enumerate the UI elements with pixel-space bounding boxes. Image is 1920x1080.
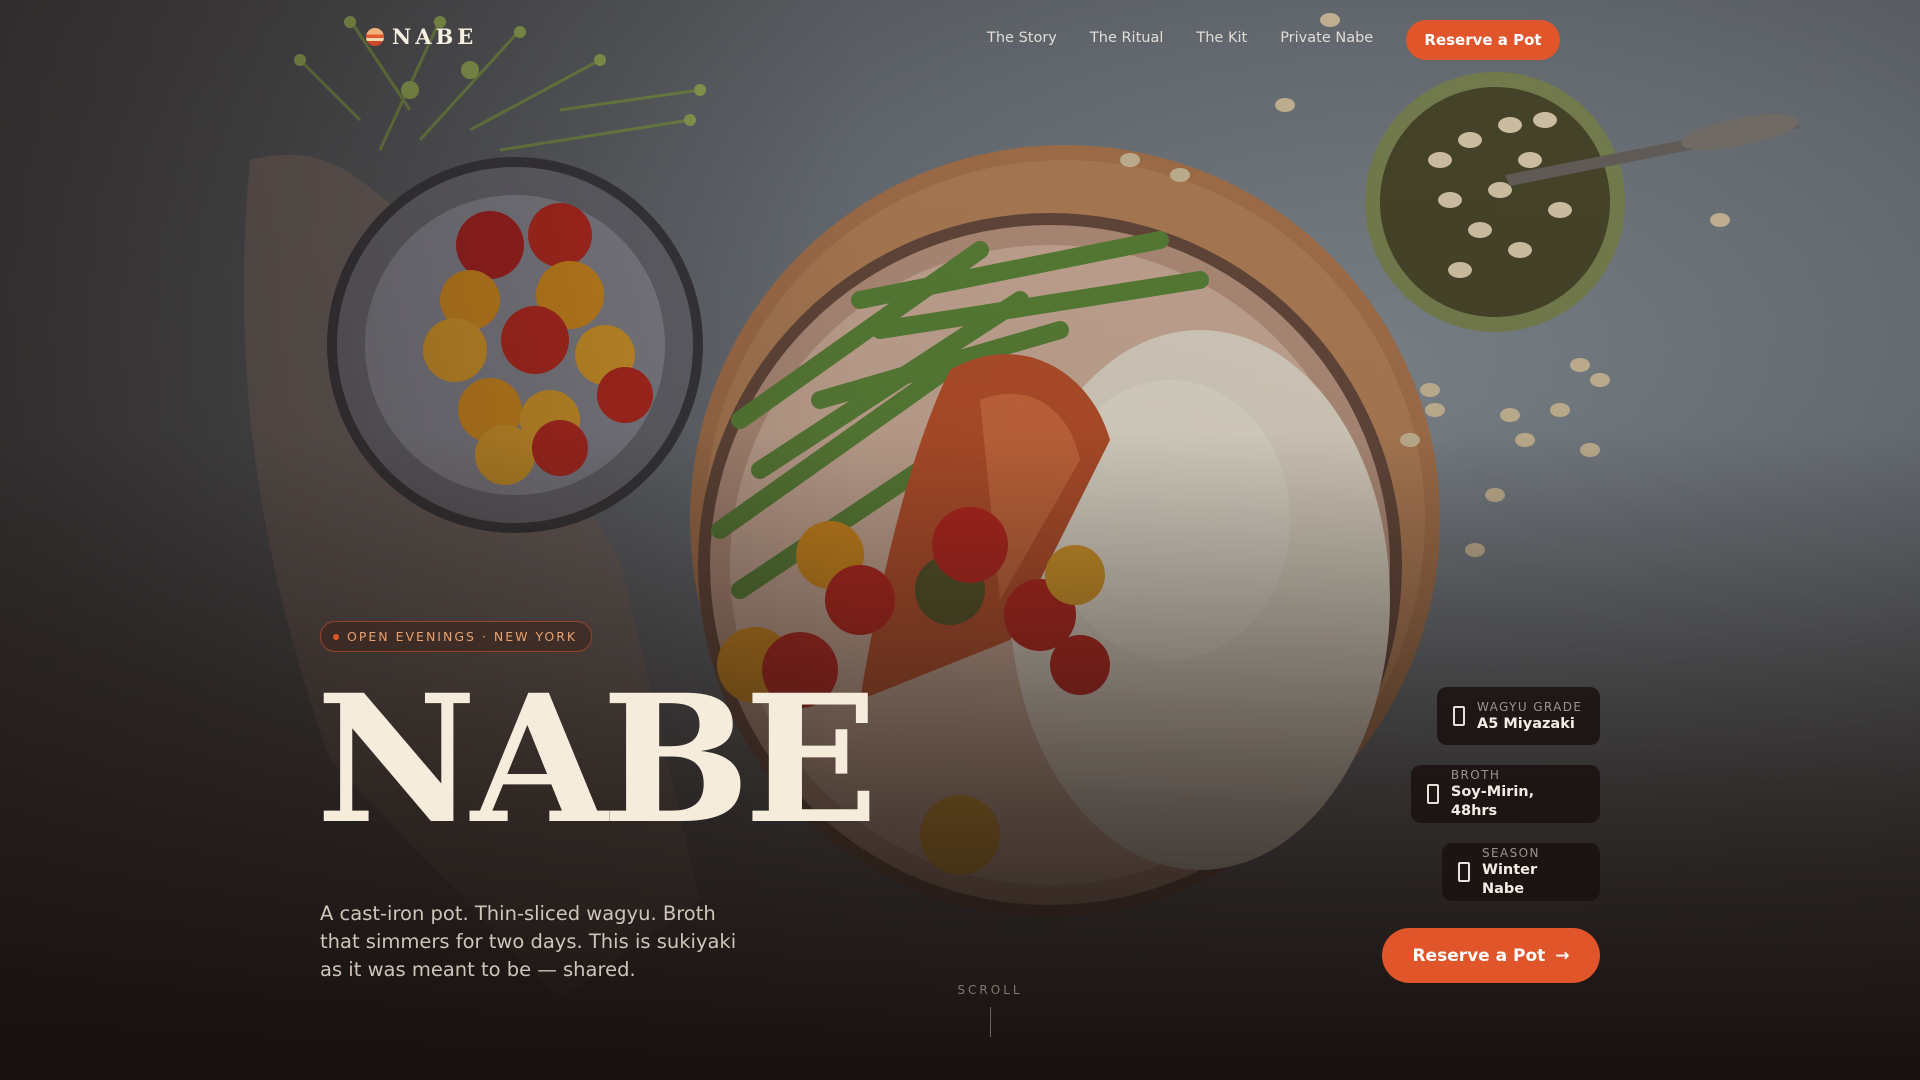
stat-label: BROTH: [1450, 768, 1501, 782]
stat-label: SEASON: [1481, 846, 1540, 860]
phone-icon: [1453, 706, 1465, 726]
stat-text: WAGYU GRADE A5 Miyazaki: [1477, 699, 1582, 734]
hero-reserve-label: Reserve a Pot: [1412, 945, 1546, 966]
hero-section: [0, 0, 1920, 1080]
hero-gradient-overlay: [0, 0, 1920, 1080]
stat-label: WAGYU GRADE: [1477, 699, 1583, 714]
nav-link-private-nabe[interactable]: Private Nabe: [1280, 30, 1373, 46]
scroll-line: [989, 1007, 991, 1037]
hero-headline: NABE: [316, 656, 878, 863]
nav-reserve-button[interactable]: Reserve a Pot: [1406, 20, 1560, 60]
brand-name: NABE: [392, 24, 478, 49]
stat-text: BROTH Soy-Mirin, 48hrs: [1451, 767, 1584, 821]
stat-card-wagyu: WAGYU GRADE A5 Miyazaki: [1437, 687, 1600, 745]
nav-link-the-story[interactable]: The Story: [987, 30, 1057, 46]
stat-card-broth: BROTH Soy-Mirin, 48hrs: [1411, 765, 1600, 823]
top-navigation: NABE The Story The Ritual The Kit Privat…: [0, 0, 1920, 80]
phone-icon: [1458, 862, 1470, 882]
scroll-label: SCROLL: [957, 983, 1023, 997]
stat-card-season: SEASON Winter Nabe: [1442, 843, 1600, 901]
badge-text: OPEN EVENINGS · NEW YORK: [347, 629, 578, 644]
hero-reserve-button[interactable]: Reserve a Pot →: [1382, 928, 1600, 983]
stat-text: SEASON Winter Nabe: [1482, 845, 1584, 899]
nav-link-the-kit[interactable]: The Kit: [1196, 30, 1247, 46]
brand-logo[interactable]: NABE: [366, 24, 477, 49]
stat-value: Winter Nabe: [1481, 862, 1538, 897]
status-dot-icon: [333, 633, 339, 640]
location-badge: OPEN EVENINGS · NEW YORK: [320, 621, 593, 652]
hero-description: A cast-iron pot. Thin-sliced wagyu. Brot…: [320, 902, 737, 981]
pot-logo-icon: [366, 27, 384, 46]
nav-link-the-ritual[interactable]: The Ritual: [1090, 30, 1163, 46]
phone-icon: [1427, 784, 1439, 804]
nav-links: The Story The Ritual The Kit Private Nab…: [987, 30, 1373, 46]
stat-value: Soy-Mirin, 48hrs: [1450, 784, 1535, 819]
scroll-indicator[interactable]: SCROLL: [940, 983, 1040, 1037]
arrow-right-icon: →: [1555, 945, 1570, 966]
stat-value: A5 Miyazaki: [1477, 715, 1575, 732]
